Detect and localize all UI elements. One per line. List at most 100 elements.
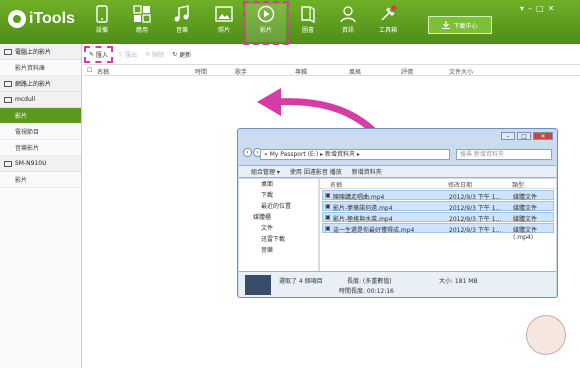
tree-item-libraries[interactable]: 媒體櫃 bbox=[239, 212, 318, 223]
sidebar-section-sm-n910u[interactable]: SM-N910U bbox=[0, 156, 81, 172]
import-button[interactable]: ✎ 匯入 bbox=[83, 45, 114, 63]
file-explorer-window: – □ ✕ ‹ › « My Passport (E:) ▸ 新增資料夾 ▸ 搜… bbox=[237, 128, 558, 298]
mascot-logo bbox=[526, 315, 566, 355]
device-icon bbox=[4, 96, 12, 103]
col-album[interactable]: 專輯 bbox=[295, 67, 307, 76]
book-icon bbox=[301, 6, 315, 23]
tree-item-music[interactable]: 音樂 bbox=[239, 245, 318, 256]
video-icon bbox=[257, 5, 275, 23]
col-name[interactable]: 名稱 bbox=[97, 67, 109, 76]
tree-item-desktop[interactable]: 桌面 bbox=[239, 179, 318, 190]
computer-icon bbox=[4, 48, 12, 55]
size-label: 大小: 181 MB bbox=[439, 278, 478, 285]
skin-icon[interactable]: ▾ bbox=[520, 4, 524, 13]
delete-icon: ✕ bbox=[145, 50, 151, 58]
select-all-checkbox[interactable]: ☐ bbox=[87, 67, 92, 74]
itools-window: iTools 設備 應用 音樂 照片 影片 圖書 資訊 工具箱 下載中心 ▾ –… bbox=[0, 0, 580, 368]
network-icon bbox=[4, 80, 12, 87]
new-folder-button[interactable]: 新增資料夾 bbox=[352, 167, 382, 176]
apps-icon bbox=[133, 5, 151, 23]
explorer-status-bar: 選取了 4 個項目 長度: (多重數值) 大小: 181 MB 時間長度: 00… bbox=[239, 271, 556, 297]
col-rating[interactable]: 評價 bbox=[401, 67, 413, 76]
file-row[interactable]: ▣ 影片-極搖與水菜.mp4 2012/9/3 下午 1... 媒體文件(.mp… bbox=[322, 212, 554, 230]
explorer-minimize-icon[interactable]: – bbox=[501, 132, 515, 140]
nav-toolbox[interactable]: 工具箱 bbox=[368, 4, 408, 42]
sidebar-section-computer[interactable]: 電腦上的影片 bbox=[0, 44, 81, 60]
sidebar-item-tv-shows[interactable]: 電視節目 bbox=[0, 124, 81, 140]
nav-apps[interactable]: 應用 bbox=[122, 4, 162, 42]
file-row[interactable]: ▣ 陳陳講走唱曲.mp4 2012/9/3 下午 1... 媒體文件(.mp4) bbox=[322, 190, 554, 208]
col-time[interactable]: 時間 bbox=[195, 67, 207, 76]
sidebar-section-online[interactable]: 網路上的影片 bbox=[0, 76, 81, 92]
sidebar-item-videos[interactable]: 影片 bbox=[0, 108, 81, 124]
video-thumbnail bbox=[245, 275, 271, 295]
col-file-date[interactable]: 修改日期 bbox=[448, 180, 472, 189]
duration-label: 長度: (多重數值) bbox=[347, 278, 392, 285]
explorer-close-icon[interactable]: ✕ bbox=[533, 132, 553, 140]
back-icon[interactable]: ‹ bbox=[243, 148, 252, 157]
tree-item-documents[interactable]: 文件 bbox=[239, 223, 318, 234]
refresh-button[interactable]: ↻ 更新 bbox=[172, 50, 191, 59]
contacts-icon bbox=[340, 6, 356, 23]
import-icon: ✎ bbox=[89, 50, 95, 58]
app-logo: iTools bbox=[8, 10, 75, 28]
tree-item-downloads[interactable]: 下載 bbox=[239, 190, 318, 201]
export-icon: ⇪ bbox=[118, 50, 124, 58]
nav-books[interactable]: 圖書 bbox=[288, 4, 328, 42]
video-file-icon: ▣ bbox=[325, 203, 331, 210]
selection-count: 選取了 4 個項目 bbox=[279, 278, 323, 285]
sidebar: 電腦上的影片 影片資料庫 網路上的影片 mcdull 影片 電視節目 音樂影片 … bbox=[0, 44, 82, 368]
search-input[interactable]: 搜尋 新增資料夾 bbox=[456, 149, 552, 160]
minimize-icon[interactable]: – bbox=[528, 4, 532, 13]
explorer-caption-buttons: – □ ✕ bbox=[501, 132, 553, 140]
navigation-tree: 桌面 下載 最近的位置 媒體櫃 文件 迅雷下載 音樂 bbox=[239, 179, 319, 271]
top-bar: iTools 設備 應用 音樂 照片 影片 圖書 資訊 工具箱 下載中心 ▾ –… bbox=[0, 0, 580, 45]
tree-item-recent[interactable]: 最近的位置 bbox=[239, 201, 318, 212]
toolbox-icon bbox=[381, 5, 397, 21]
video-table-header: ☐ 名稱 時間 歌手 專輯 風格 評價 文件大小 bbox=[83, 64, 580, 76]
nav-info[interactable]: 資訊 bbox=[328, 4, 368, 42]
file-row[interactable]: ▣ 這一生還是你最好懂得成.mp4 2012/9/3 下午 1... 媒體文件(… bbox=[322, 223, 554, 241]
download-icon bbox=[442, 21, 451, 29]
video-file-icon: ▣ bbox=[325, 225, 331, 232]
tree-item-xunlei[interactable]: 迅雷下載 bbox=[239, 234, 318, 245]
delete-button[interactable]: ✕ 刪除 bbox=[145, 50, 164, 59]
col-genre[interactable]: 風格 bbox=[349, 67, 361, 76]
file-list-header: 名稱 修改日期 類型 bbox=[320, 179, 556, 189]
export-button[interactable]: ⇪ 匯出 bbox=[118, 50, 137, 59]
col-file-type[interactable]: 類型 bbox=[512, 180, 524, 189]
music-icon bbox=[174, 5, 189, 22]
play-with-button[interactable]: 使用 因遠影音 播放 bbox=[290, 167, 342, 176]
total-duration: 時間長度: 00:12:16 bbox=[339, 288, 394, 295]
photo-icon bbox=[215, 6, 233, 22]
address-bar[interactable]: « My Passport (E:) ▸ 新增資料夾 ▸ bbox=[260, 149, 450, 160]
window-controls: ▾ – □ ✕ bbox=[520, 4, 554, 13]
col-file-name[interactable]: 名稱 bbox=[330, 180, 342, 189]
itools-logo-icon bbox=[8, 10, 26, 28]
nav-music[interactable]: 音樂 bbox=[162, 4, 202, 42]
toolbar: ✎ 匯入 ⇪ 匯出 ✕ 刪除 ↻ 更新 bbox=[83, 44, 580, 64]
maximize-icon[interactable]: □ bbox=[536, 4, 544, 13]
file-row[interactable]: ▣ 影片-夢華諾何遠.mp4 2012/9/3 下午 1... 媒體文件(.mp… bbox=[322, 201, 554, 219]
nav-videos[interactable]: 影片 bbox=[243, 1, 289, 45]
nav-device[interactable]: 設備 bbox=[82, 4, 122, 42]
device-icon bbox=[4, 160, 12, 167]
refresh-icon: ↻ bbox=[172, 50, 178, 58]
col-artist[interactable]: 歌手 bbox=[235, 67, 247, 76]
video-file-icon: ▣ bbox=[325, 192, 331, 199]
col-size[interactable]: 文件大小 bbox=[449, 67, 473, 76]
close-icon[interactable]: ✕ bbox=[548, 4, 555, 13]
organize-button[interactable]: 組合管理 ▾ bbox=[251, 167, 280, 176]
nav-photos[interactable]: 照片 bbox=[204, 4, 244, 42]
explorer-command-bar: 組合管理 ▾ 使用 因遠影音 播放 新增資料夾 bbox=[239, 165, 556, 178]
explorer-maximize-icon[interactable]: □ bbox=[517, 132, 531, 140]
sidebar-item-sm-videos[interactable]: 影片 bbox=[0, 172, 81, 188]
app-name: iTools bbox=[29, 10, 75, 27]
video-file-icon: ▣ bbox=[325, 214, 331, 221]
sidebar-section-mcdull[interactable]: mcdull bbox=[0, 92, 81, 108]
sidebar-item-music-videos[interactable]: 音樂影片 bbox=[0, 140, 81, 156]
sidebar-item-video-library[interactable]: 影片資料庫 bbox=[0, 60, 81, 76]
download-center-button[interactable]: 下載中心 bbox=[428, 16, 492, 34]
phone-icon bbox=[96, 5, 108, 23]
file-list: 名稱 修改日期 類型 ▣ 陳陳講走唱曲.mp4 2012/9/3 下午 1...… bbox=[320, 179, 556, 271]
